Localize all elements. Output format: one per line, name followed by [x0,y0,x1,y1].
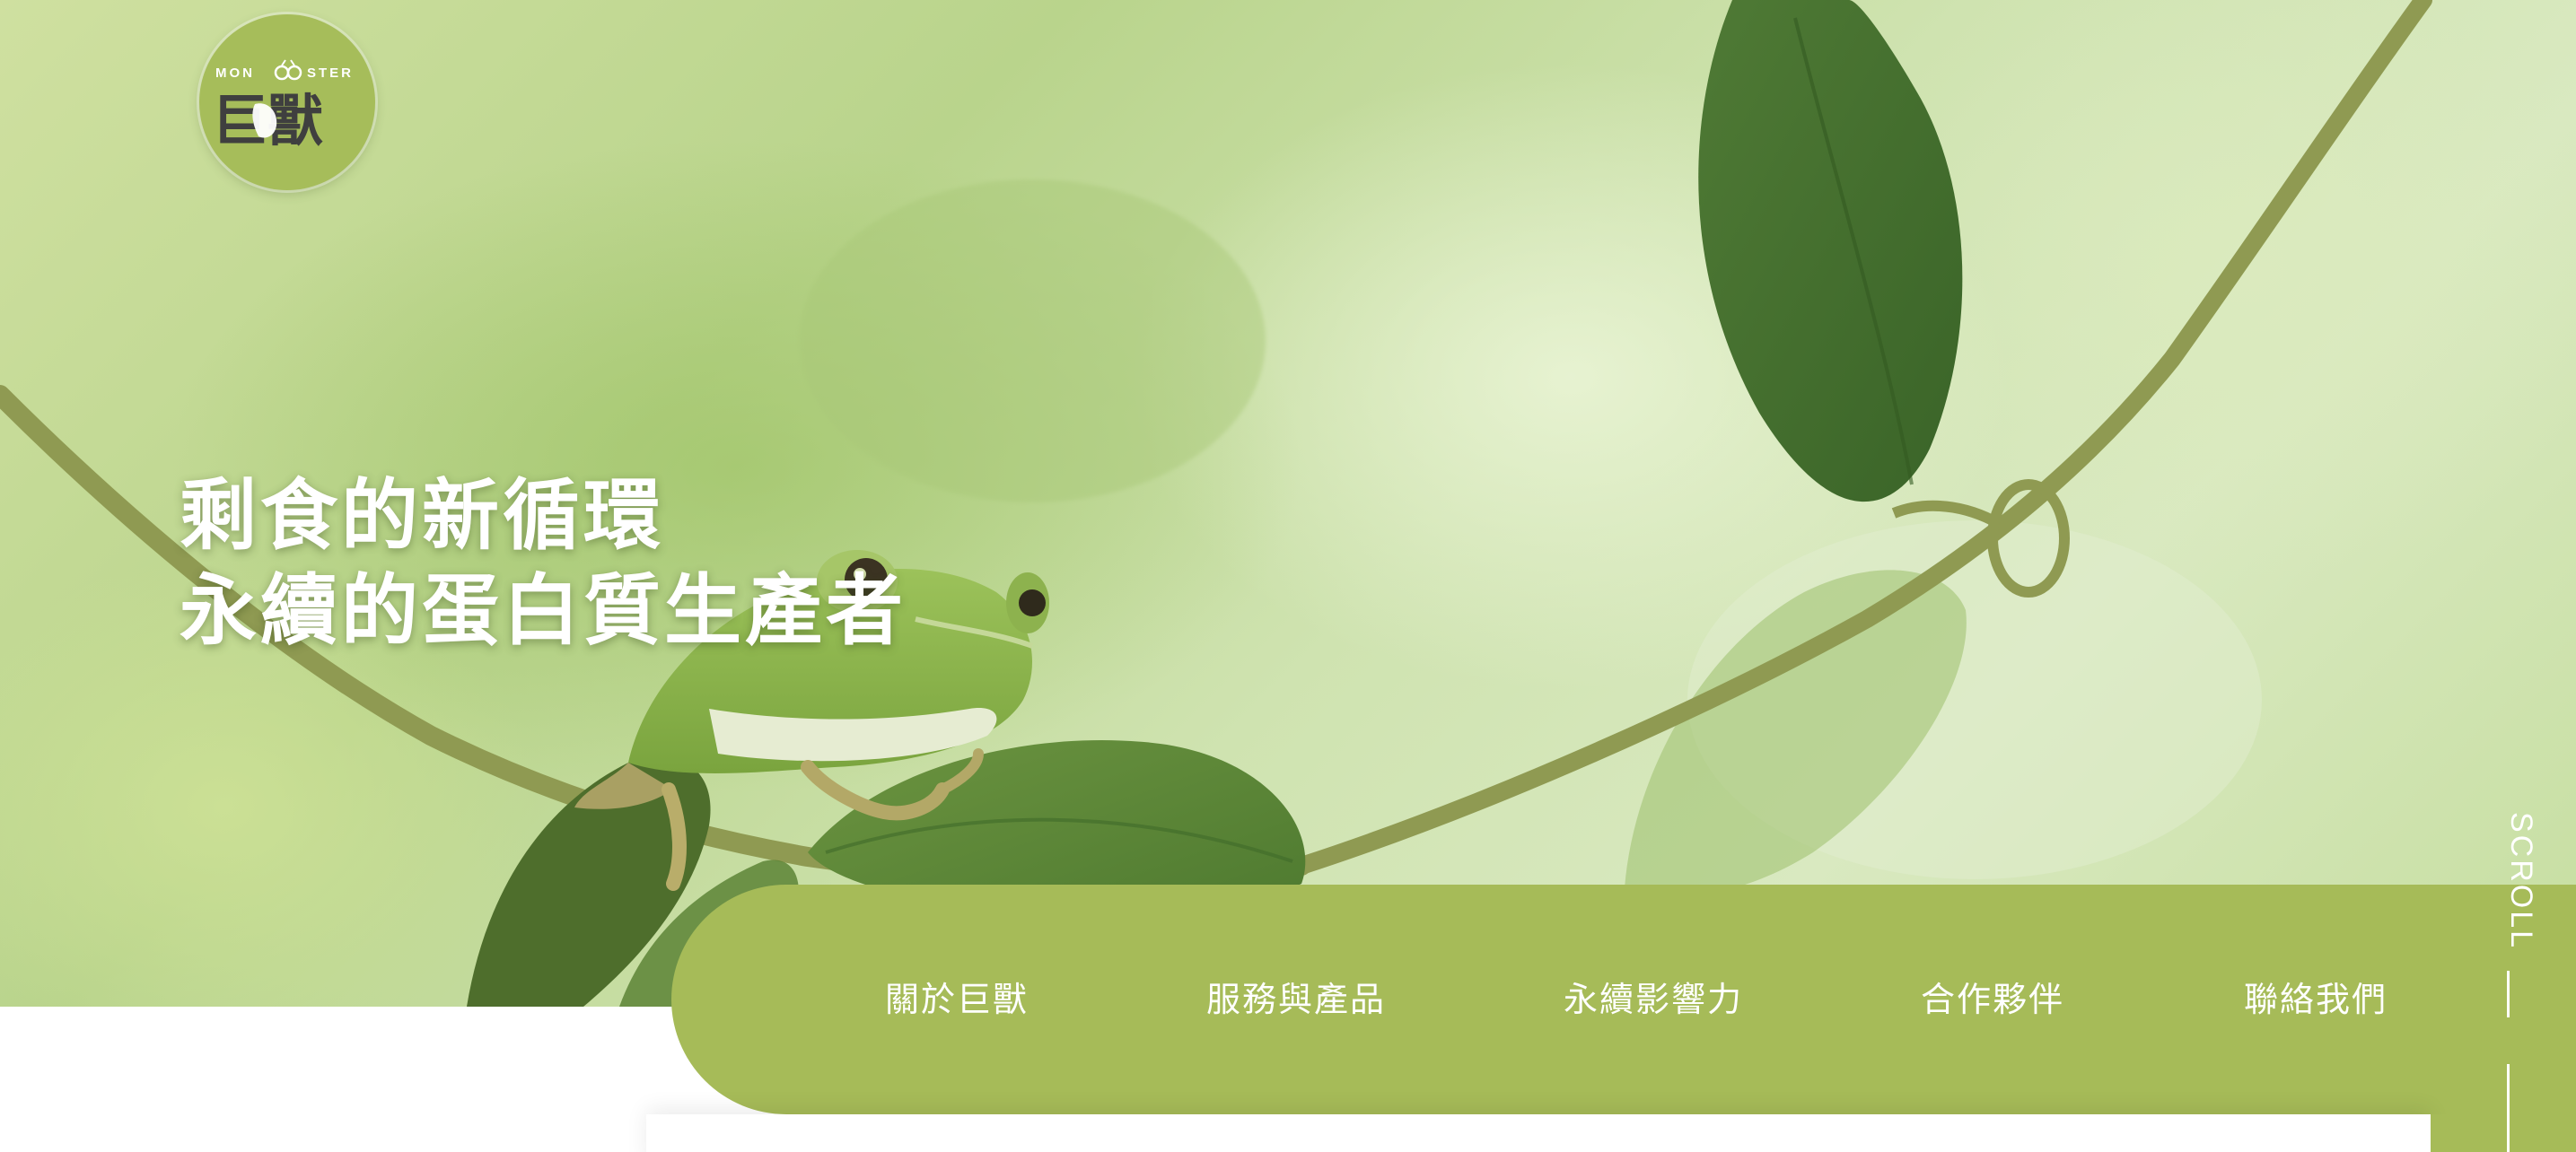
monster-logo-icon: MON STER 巨獸 [212,59,354,153]
scroll-indicator-label[interactable]: SCROLL [2484,812,2538,950]
hero-title-line-1: 剩食的新循環 [180,471,664,561]
nav-item-sustainability-impact[interactable]: 永續影響力 [1564,885,1743,1114]
svg-text:STER: STER [307,65,354,81]
content-card [646,1114,2431,1152]
hero-title-line-2: 永續的蛋白質生產者 [180,566,907,656]
site-logo[interactable]: MON STER 巨獸 [199,14,375,190]
nav-item-partners[interactable]: 合作夥伴 [1921,885,2064,1114]
scroll-indicator-line-bottom [2507,1064,2510,1152]
nav-item-about[interactable]: 關於巨獸 [885,885,1029,1114]
page: 剩食的新循環 永續的蛋白質生產者 MON STER 巨獸 關於巨獸 服務與產品 … [0,0,2576,1152]
main-nav: 關於巨獸 服務與產品 永續影響力 合作夥伴 聯絡我們 [671,885,2576,1114]
scroll-indicator-line [2507,971,2510,1017]
accent-strip [2431,1114,2576,1152]
hero-title: 剩食的新循環 永續的蛋白質生產者 [180,468,907,659]
hero-banner: 剩食的新循環 永續的蛋白質生產者 [0,0,2576,1007]
svg-text:MON: MON [215,65,255,81]
nav-item-services-products[interactable]: 服務與產品 [1206,885,1386,1114]
nav-item-contact[interactable]: 聯絡我們 [2244,885,2388,1114]
